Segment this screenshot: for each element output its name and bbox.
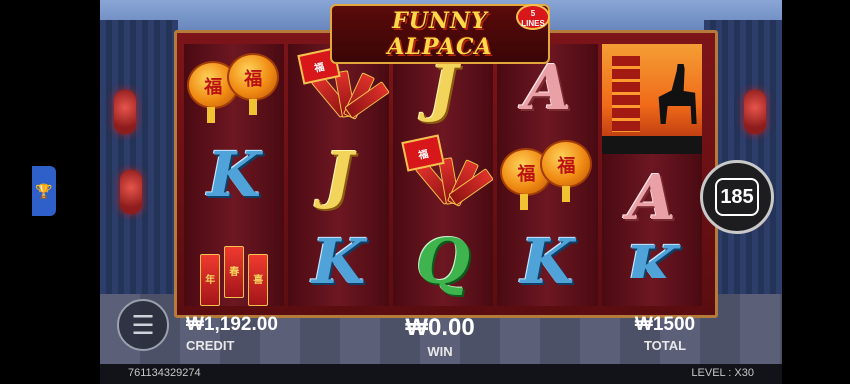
win-display: ₩0.00 WIN	[380, 314, 500, 359]
credit-display: ₩1,192.00 CREDIT	[186, 314, 278, 353]
symbol-alpaca-wild	[601, 44, 703, 154]
footer-bar: 761134329274 LEVEL : X30	[100, 364, 782, 384]
symbol-a: A	[627, 161, 676, 234]
symbol-k-partial: K	[624, 238, 679, 278]
alpaca-icon	[658, 64, 697, 124]
trophy-button[interactable]: 🏆	[32, 166, 56, 216]
spin-counter-value: 185	[715, 178, 759, 216]
win-label: WIN	[427, 344, 453, 359]
symbol-firecrackers: 年 春 喜	[187, 222, 281, 306]
menu-button[interactable]: ☰	[117, 299, 169, 351]
symbol-k: K	[520, 225, 575, 299]
spin-counter-button[interactable]: 185	[700, 160, 774, 234]
lines-badge: 5 LINES	[516, 4, 550, 30]
pagoda-icon	[611, 56, 640, 132]
symbol-j: J	[323, 137, 354, 211]
game-logo: FUNNY ALPACA 5 LINES	[330, 0, 550, 64]
reel-3: J 福 Q	[392, 44, 494, 306]
level-indicator: LEVEL : X30	[691, 367, 754, 379]
symbol-k: K	[207, 137, 262, 211]
reel-4: A 福 福 K	[497, 44, 598, 306]
total-bet-display[interactable]: ₩1500 TOTAL	[620, 314, 710, 353]
reel-2: 福 J K	[288, 44, 389, 306]
total-label: TOTAL	[643, 338, 687, 353]
symbol-lanterns: 福 福	[187, 48, 281, 128]
lantern-decoration	[114, 90, 136, 134]
win-value: ₩0.00	[405, 314, 475, 341]
symbol-q: Q	[416, 225, 471, 299]
credit-label: CREDIT	[186, 338, 235, 353]
building-left	[100, 20, 178, 320]
symbol-lanterns: 福 福	[500, 135, 594, 215]
reel-5: Q A K	[601, 44, 703, 306]
session-id: 761134329274	[128, 367, 201, 379]
total-value: ₩1500	[634, 314, 696, 335]
reel-1: 福 福 K 年 春 喜	[184, 44, 285, 306]
lantern-decoration	[744, 90, 766, 134]
symbol-k: K	[311, 225, 366, 299]
menu-icon: ☰	[131, 309, 155, 340]
credit-value: ₩1,192.00	[186, 314, 278, 335]
symbol-firecracker-bundle: 福	[396, 134, 494, 215]
trophy-icon: 🏆	[35, 182, 53, 199]
lantern-decoration	[120, 170, 142, 214]
reel-grid: 福 福 K 年 春 喜 福 J K J 福 Q A 福 福 K A K	[184, 44, 703, 306]
